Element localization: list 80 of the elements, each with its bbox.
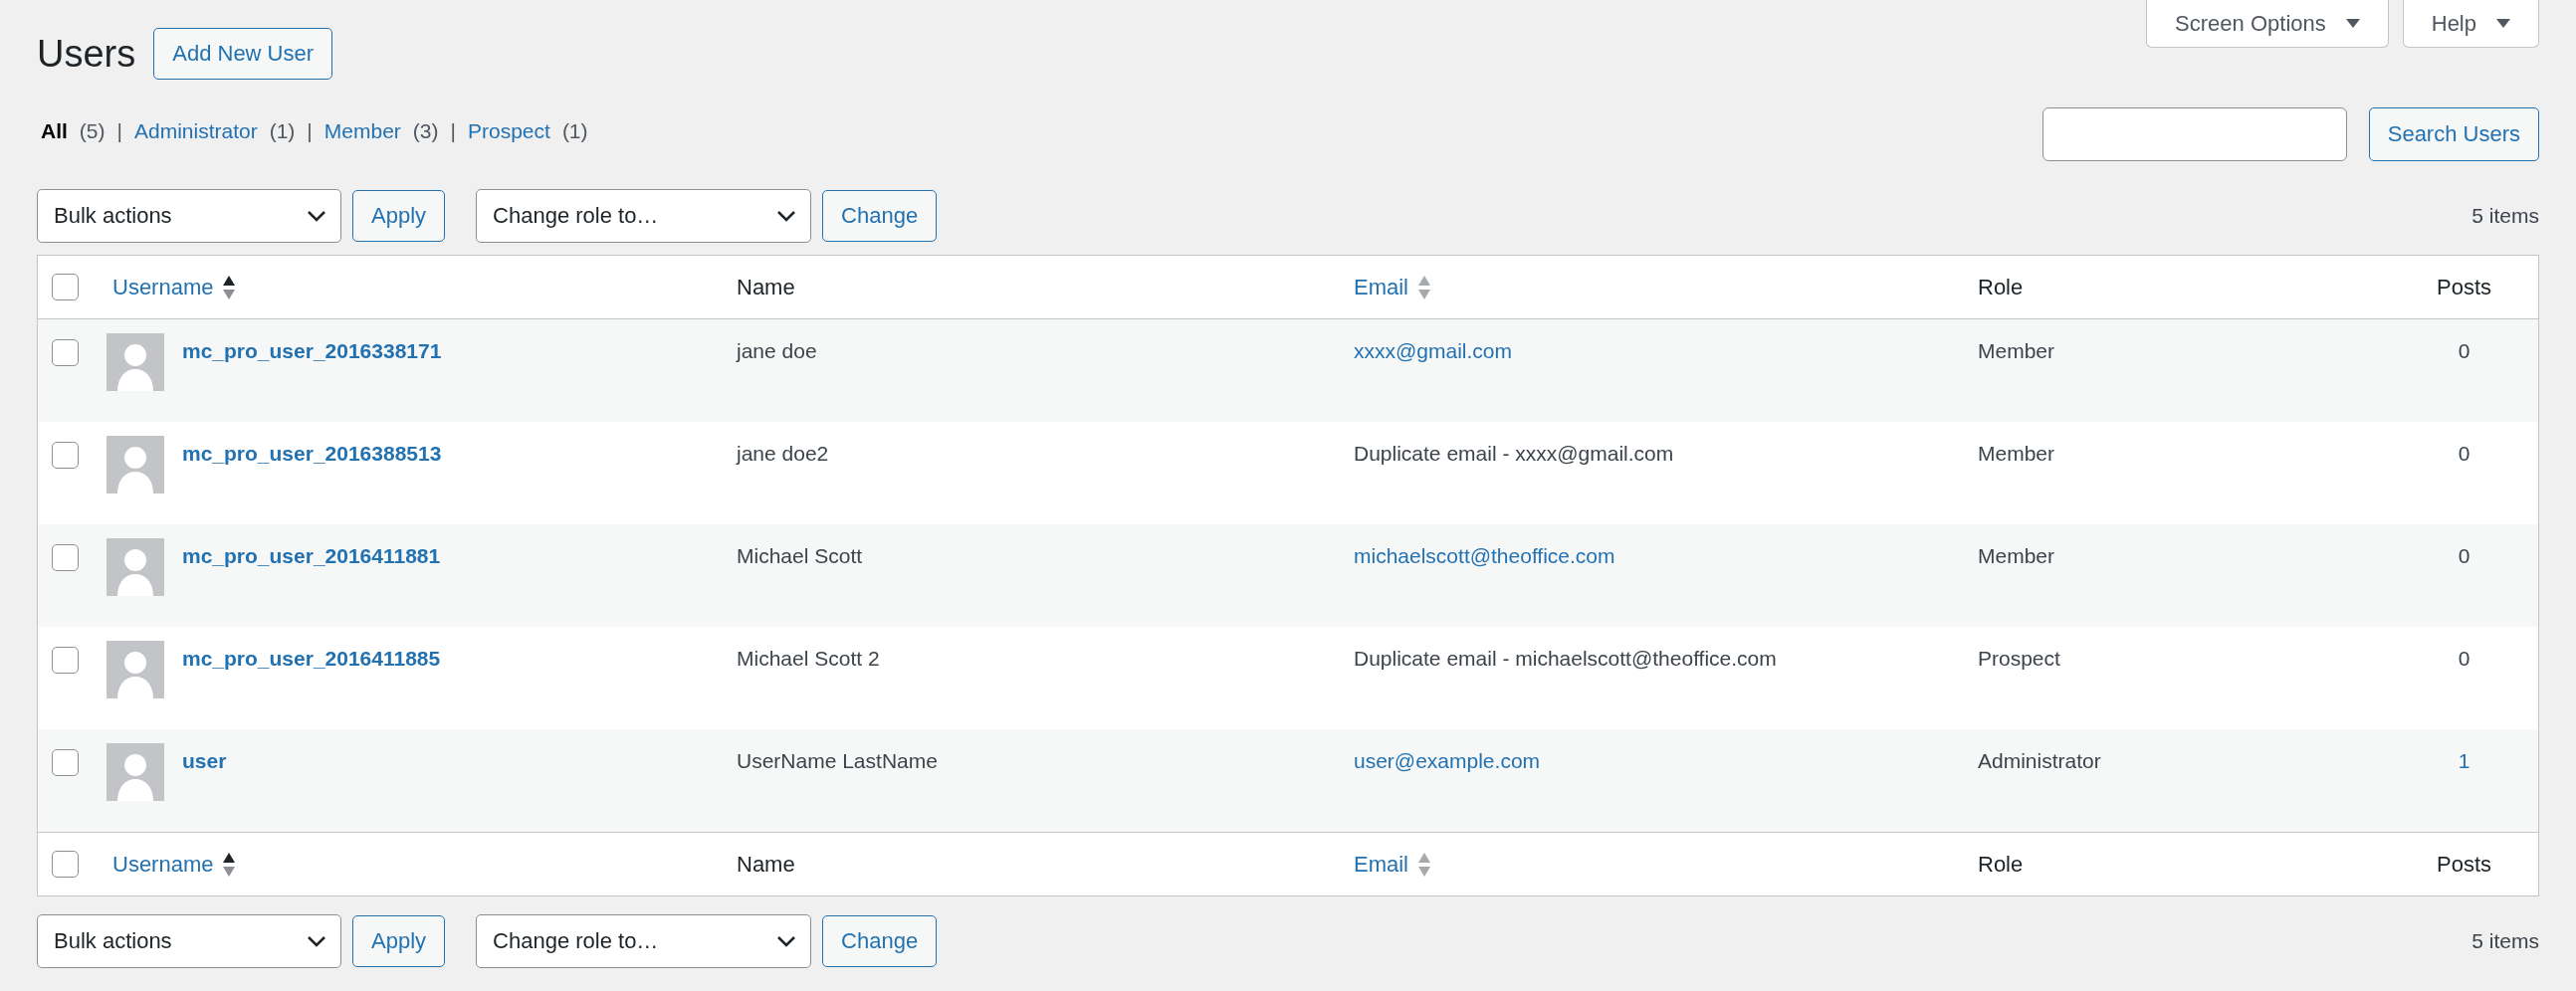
email-link[interactable]: michaelscott@theoffice.com	[1354, 544, 1615, 567]
avatar-silhouette-icon	[107, 333, 164, 391]
role-cell-text: Member	[1977, 441, 2056, 466]
name-cell-text: jane doe	[735, 338, 818, 363]
email-text: Duplicate email - michaelscott@theoffice.com	[1354, 647, 1777, 670]
column-header: Name	[737, 851, 795, 878]
items-count: 5 items	[2471, 204, 2539, 228]
role-filter-link[interactable]: All	[41, 119, 68, 143]
change-role-select[interactable]: Change role to…	[476, 189, 812, 243]
row-checkbox[interactable]	[52, 647, 79, 674]
role-cell-text: Prospect	[1977, 646, 2061, 671]
posts-count: 0	[2458, 544, 2470, 567]
filter-count: (3)	[412, 119, 439, 143]
username-link[interactable]: mc_pro_user_2016338171	[182, 339, 442, 362]
chevron-down-icon	[776, 935, 797, 947]
name-cell-text: Michael Scott	[736, 543, 864, 568]
column-header: Role	[1978, 851, 2024, 878]
avatar-silhouette-icon	[107, 436, 164, 494]
select-all-checkbox[interactable]	[52, 274, 79, 300]
filter-separator: |	[116, 119, 122, 143]
chevron-down-icon	[776, 210, 797, 222]
avatar-silhouette-icon	[107, 538, 164, 596]
row-checkbox[interactable]	[52, 749, 79, 776]
row-checkbox[interactable]	[52, 339, 79, 366]
items-count: 5 items	[2471, 929, 2539, 953]
apply-button[interactable]: Apply	[352, 190, 446, 242]
column-header[interactable]: Username	[112, 274, 214, 300]
search-field[interactable]	[2041, 107, 2347, 161]
chevron-down-icon	[307, 935, 326, 947]
column-header[interactable]: Email	[1354, 274, 1408, 300]
filter-count: (1)	[561, 119, 588, 143]
page-title: Users	[37, 32, 136, 76]
row-checkbox[interactable]	[52, 442, 79, 469]
add-new-user-button[interactable]: Add New User	[153, 28, 333, 80]
name-cell-text: Michael Scott 2	[736, 646, 881, 671]
apply-button[interactable]: Apply	[352, 915, 446, 967]
select-all-checkbox[interactable]	[52, 851, 79, 878]
dropdown-caret-icon	[2496, 18, 2510, 29]
change-button[interactable]: Change	[822, 190, 938, 242]
filter-count: (5)	[79, 119, 106, 143]
change-button[interactable]: Change	[822, 915, 938, 967]
column-header: Role	[1978, 274, 2024, 300]
column-header: Name	[737, 274, 795, 300]
dropdown-caret-icon	[2345, 18, 2360, 29]
filter-separator: |	[307, 119, 313, 143]
column-header[interactable]: Email	[1354, 851, 1408, 878]
column-header[interactable]: Username	[112, 851, 214, 878]
role-filter-link[interactable]: Prospect	[468, 119, 550, 143]
email-link[interactable]: xxxx@gmail.com	[1354, 339, 1512, 362]
filter-count: (1)	[269, 119, 296, 143]
posts-link[interactable]: 1	[2458, 749, 2470, 772]
name-cell-text: jane doe2	[735, 441, 830, 466]
filter-separator: |	[450, 119, 456, 143]
username-link[interactable]: mc_pro_user_2016411881	[182, 544, 441, 567]
search-users-button[interactable]: Search Users	[2368, 107, 2539, 161]
row-checkbox[interactable]	[52, 544, 79, 571]
chevron-down-icon	[307, 210, 326, 222]
role-cell-text: Administrator	[1977, 748, 2102, 773]
role-filter-link[interactable]: Member	[323, 119, 401, 143]
username-link[interactable]: user	[182, 749, 227, 772]
role-filter-link[interactable]: Administrator	[134, 119, 258, 143]
name-cell-text: UserName LastName	[736, 748, 939, 773]
username-link[interactable]: mc_pro_user_2016388513	[182, 442, 442, 465]
username-link[interactable]: mc_pro_user_2016411885	[182, 647, 441, 670]
posts-count: 0	[2458, 442, 2470, 465]
help-tab[interactable]: Help	[2402, 0, 2539, 48]
posts-count: 0	[2458, 339, 2470, 362]
posts-count: 0	[2458, 647, 2470, 670]
email-link[interactable]: user@example.com	[1354, 749, 1541, 772]
role-cell-text: Member	[1977, 543, 2056, 568]
column-header: Posts	[2437, 274, 2491, 300]
avatar-silhouette-icon	[107, 743, 164, 801]
bulk-actions-select[interactable]: Bulk actions	[37, 189, 341, 243]
avatar-silhouette-icon	[107, 641, 164, 698]
role-cell-text: Member	[1977, 338, 2056, 363]
email-text: Duplicate email - xxxx@gmail.com	[1354, 442, 1674, 465]
column-header: Posts	[2437, 851, 2491, 878]
bulk-actions-select[interactable]: Bulk actions	[37, 914, 341, 968]
screen-options-tab[interactable]: Screen Options	[2146, 0, 2389, 48]
change-role-select[interactable]: Change role to…	[476, 914, 812, 968]
